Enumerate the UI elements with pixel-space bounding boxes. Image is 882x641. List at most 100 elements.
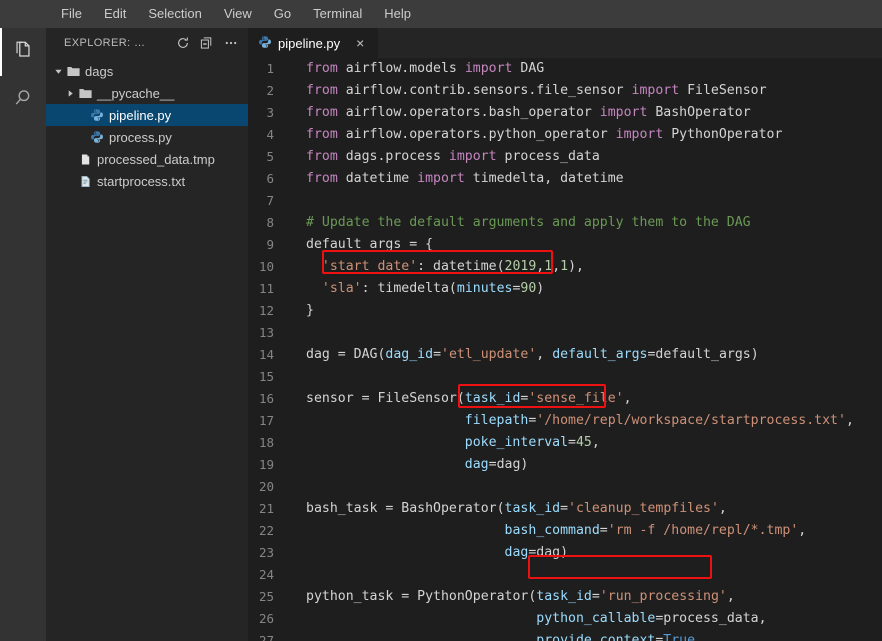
token-id xyxy=(306,435,465,450)
token-id: airflow.operators.bash_operator xyxy=(337,105,600,120)
line-number: 17 xyxy=(258,413,274,428)
code-line[interactable]: 7 xyxy=(248,190,882,212)
menu-item-file[interactable]: File xyxy=(50,0,93,28)
menu-item-edit[interactable]: Edit xyxy=(93,0,137,28)
close-icon[interactable]: × xyxy=(352,35,368,51)
code-line[interactable]: 18 poke_interval=45, xyxy=(248,432,882,454)
line-number: 26 xyxy=(258,611,274,626)
menu-item-help[interactable]: Help xyxy=(373,0,422,28)
chevron-right-icon[interactable] xyxy=(64,82,76,104)
token-id: default_args xyxy=(306,237,410,252)
token-par: task_id xyxy=(464,391,521,406)
code-line[interactable]: 5 from dags.process import process_data xyxy=(248,146,882,168)
token-id: datetime xyxy=(337,171,418,186)
token-str: 'rm -f /home/repl/*.tmp' xyxy=(607,523,799,538)
code-line[interactable]: 12} xyxy=(248,300,882,322)
collapse-all-icon[interactable] xyxy=(196,32,218,54)
line-content: filepath='/home/repl/workspace/startproc… xyxy=(292,410,854,432)
token-id: dag) xyxy=(496,457,529,472)
token-id: PythonOperator xyxy=(663,127,783,142)
code-line[interactable]: 27 provide_context=True, xyxy=(248,630,882,641)
code-line[interactable]: 8 # Update the default arguments and appl… xyxy=(248,212,882,234)
refresh-icon[interactable] xyxy=(172,32,194,54)
tree-item-label: pipeline.py xyxy=(109,107,172,123)
code-line[interactable]: 23 dag=dag) xyxy=(248,542,882,564)
code-line[interactable]: 15 xyxy=(248,366,882,388)
line-content: from airflow.models import DAG xyxy=(292,58,544,80)
activity-search-button[interactable] xyxy=(0,76,46,124)
code-editor[interactable]: 1 from airflow.models import DAG 2 from air… xyxy=(248,58,882,641)
token-kw: import xyxy=(599,105,648,120)
code-line[interactable]: 10 'start_date': datetime(2019,1,1), xyxy=(248,256,882,278)
token-str: 'sense_file' xyxy=(528,391,624,406)
token-op: = xyxy=(591,589,600,604)
token-id: PythonOperator( xyxy=(409,589,537,604)
tab-pipeline-py[interactable]: pipeline.py × xyxy=(248,28,379,58)
file-icon xyxy=(76,153,94,166)
menu-item-go[interactable]: Go xyxy=(263,0,302,28)
line-number: 13 xyxy=(258,325,274,340)
code-line[interactable]: 19 dag=dag) xyxy=(248,454,882,476)
token-op: = xyxy=(599,523,608,538)
token-kw: from xyxy=(306,127,338,142)
line-content: sensor = FileSensor(task_id='sense_file'… xyxy=(292,388,632,410)
code-line[interactable]: 3 from airflow.operators.bash_operator im… xyxy=(248,102,882,124)
code-line[interactable]: 6 from datetime import timedelta, datetim… xyxy=(248,168,882,190)
menu-bar: File Edit Selection View Go Terminal Help xyxy=(0,0,882,28)
code-line[interactable]: 9 default_args = { xyxy=(248,234,882,256)
code-line[interactable]: 4 from airflow.operators.python_operator … xyxy=(248,124,882,146)
explorer-actions xyxy=(172,32,242,54)
token-op: = xyxy=(488,457,497,472)
explorer-sidebar: EXPLORER: WO... xyxy=(46,28,248,641)
line-content: python_task = PythonOperator(task_id='ru… xyxy=(292,586,735,608)
code-line[interactable]: 2 from airflow.contrib.sensors.file_senso… xyxy=(248,80,882,102)
twisty-placeholder xyxy=(64,148,76,170)
code-line[interactable]: 1 from airflow.models import DAG xyxy=(248,58,882,80)
line-number: 16 xyxy=(258,391,274,406)
token-id: airflow.models xyxy=(337,61,465,76)
token-par: task_id xyxy=(504,501,561,516)
tree-item-process-py[interactable]: process.py xyxy=(46,126,248,148)
menu-item-terminal[interactable]: Terminal xyxy=(302,0,373,28)
token-kw: import xyxy=(615,127,664,142)
tree-item-startprocess-txt[interactable]: startprocess.txt xyxy=(46,170,248,192)
token-num: 90 xyxy=(520,281,537,296)
token-op: , xyxy=(798,523,807,538)
tree-item--pycache-[interactable]: __pycache__ xyxy=(46,82,248,104)
token-op: , xyxy=(758,611,767,626)
token-id: FileSensor( xyxy=(369,391,465,406)
ellipsis-icon[interactable] xyxy=(220,32,242,54)
menu-item-view[interactable]: View xyxy=(213,0,263,28)
token-op: = xyxy=(433,347,442,362)
token-id xyxy=(306,523,505,538)
tree-item-pipeline-py[interactable]: pipeline.py xyxy=(46,104,248,126)
code-line[interactable]: 16 sensor = FileSensor(task_id='sense_fil… xyxy=(248,388,882,410)
line-content: dag=dag) xyxy=(292,454,529,476)
tree-item-label: dags xyxy=(85,63,114,79)
code-line[interactable]: 17 filepath='/home/repl/workspace/startp… xyxy=(248,410,882,432)
code-line[interactable]: 25 python_task = PythonOperator(task_id='… xyxy=(248,586,882,608)
tree-item-dags[interactable]: dags xyxy=(46,60,248,82)
token-id: DAG( xyxy=(345,347,386,362)
token-op: = xyxy=(409,237,418,252)
editor-tabbar: pipeline.py × xyxy=(248,28,882,58)
menu-item-selection[interactable]: Selection xyxy=(137,0,212,28)
token-id: BashOperator xyxy=(647,105,751,120)
line-content: provide_context=True, xyxy=(292,630,703,641)
code-line[interactable]: 14 dag = DAG(dag_id='etl_update', default… xyxy=(248,344,882,366)
code-line[interactable]: 11 'sla': timedelta(minutes=90) xyxy=(248,278,882,300)
code-line[interactable]: 26 python_callable=process_data, xyxy=(248,608,882,630)
code-line[interactable]: 13 xyxy=(248,322,882,344)
code-line[interactable]: 24 xyxy=(248,564,882,586)
activity-explorer-button[interactable] xyxy=(0,28,46,76)
code-line[interactable]: 20 xyxy=(248,476,882,498)
token-kw: from xyxy=(306,149,338,164)
twisty-placeholder xyxy=(64,170,76,192)
code-line[interactable]: 21 bash_task = BashOperator(task_id='clea… xyxy=(248,498,882,520)
code-line[interactable]: 22 bash_command='rm -f /home/repl/*.tmp'… xyxy=(248,520,882,542)
tree-item-processed-data-tmp[interactable]: processed_data.tmp xyxy=(46,148,248,170)
vscode-window: File Edit Selection View Go Terminal Help xyxy=(0,0,882,641)
token-par: dag_id xyxy=(385,347,434,362)
line-number: 14 xyxy=(258,347,274,362)
chevron-down-icon[interactable] xyxy=(52,60,64,82)
